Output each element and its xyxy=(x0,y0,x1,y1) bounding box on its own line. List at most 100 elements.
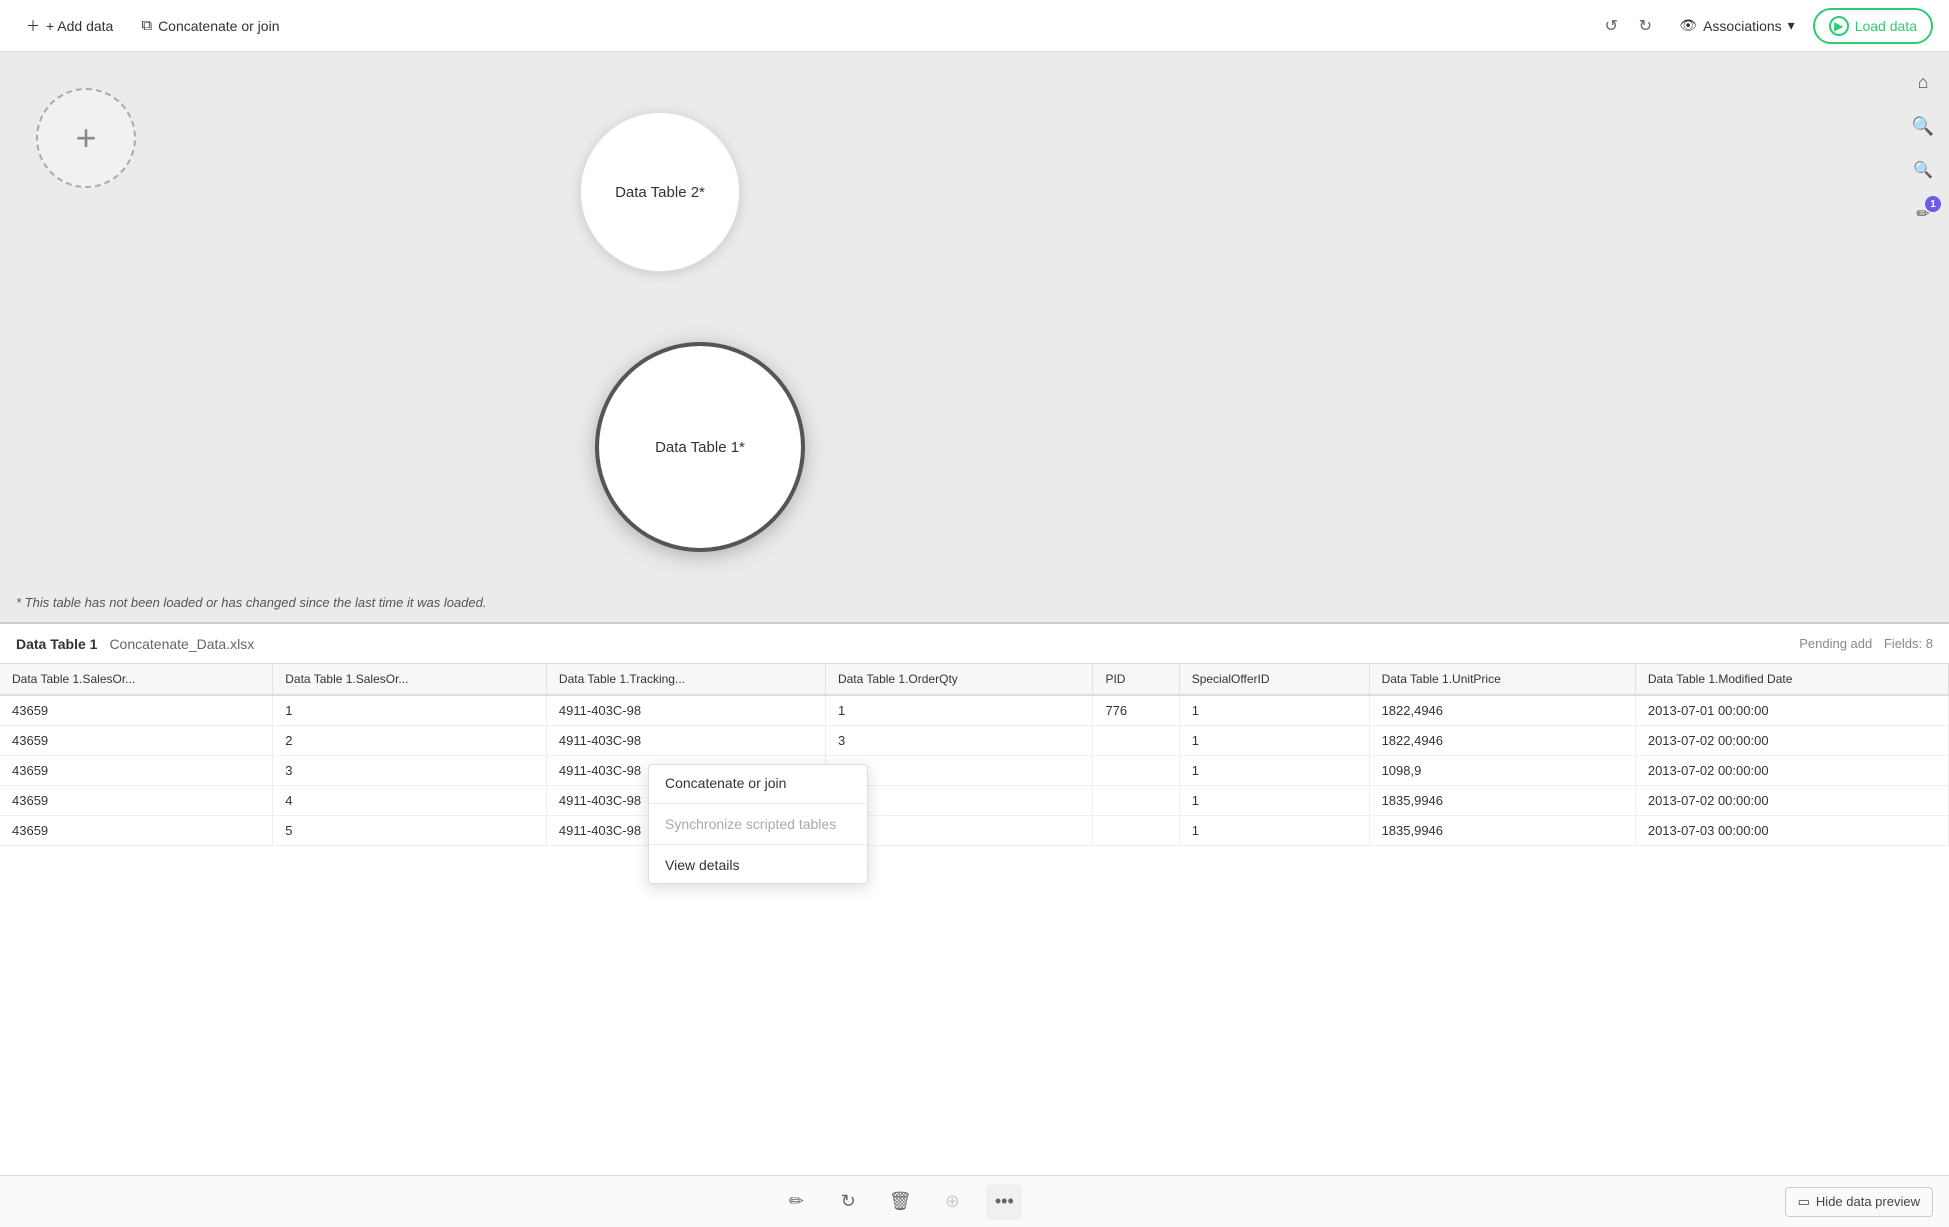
data-table-1-label: Data Table 1* xyxy=(655,439,745,456)
undo-redo-group: ↺ ↻ xyxy=(1595,10,1661,42)
more-options-button[interactable]: ••• xyxy=(986,1184,1022,1220)
bottom-bar: ✏ ↻ 🗑 ⊕ ••• ▭ Hide data preview xyxy=(0,1175,1949,1227)
cell: 2013-07-02 00:00:00 xyxy=(1635,756,1948,786)
col-header-4: PID xyxy=(1093,664,1179,695)
cell: 776 xyxy=(1093,695,1179,726)
cell: 2 xyxy=(273,726,547,756)
data-table-2-label: Data Table 2* xyxy=(615,184,705,201)
add-data-button[interactable]: ＋ + Add data xyxy=(16,10,123,42)
right-sidebar: ⌂ 🔍 🔍 ✏ 1 xyxy=(1897,52,1949,622)
zoom-in-button[interactable]: 🔍 xyxy=(1905,152,1941,188)
col-header-1: Data Table 1.SalesOr... xyxy=(273,664,547,695)
refresh-icon-button[interactable]: ↻ xyxy=(830,1184,866,1220)
context-menu-item-view-details[interactable]: View details xyxy=(649,847,867,883)
table-wrapper: Data Table 1.SalesOr... Data Table 1.Sal… xyxy=(0,664,1949,1175)
data-header: Data Table 1 Concatenate_Data.xlsx Pendi… xyxy=(0,624,1949,664)
associations-label: Associations xyxy=(1703,18,1782,34)
table-row: 43659 2 4911-403C-98 3 1 1822,4946 2013-… xyxy=(0,726,1949,756)
data-table-2-node[interactable]: Data Table 2* xyxy=(580,112,740,272)
cell: 1 xyxy=(1179,756,1369,786)
bottom-bar-center: ✏ ↻ 🗑 ⊕ ••• xyxy=(778,1184,1022,1220)
plus-icon: + xyxy=(75,117,96,159)
chevron-down-icon: ▾ xyxy=(1788,17,1795,34)
filter-icon-button[interactable]: ⊕ xyxy=(934,1184,970,1220)
context-menu-divider-1 xyxy=(649,803,867,804)
cell: 1835,9946 xyxy=(1369,816,1635,846)
cell: 1835,9946 xyxy=(1369,786,1635,816)
eye-icon: 👁 xyxy=(1679,17,1697,34)
cell: 1 xyxy=(1179,695,1369,726)
cell: 5 xyxy=(273,816,547,846)
table-row: 43659 4 4911-403C-98 1 1 1835,9946 2013-… xyxy=(0,786,1949,816)
home-button[interactable]: ⌂ xyxy=(1905,64,1941,100)
col-header-6: Data Table 1.UnitPrice xyxy=(1369,664,1635,695)
cell xyxy=(1093,756,1179,786)
cell: 2013-07-01 00:00:00 xyxy=(1635,695,1948,726)
associations-button[interactable]: 👁 Associations ▾ xyxy=(1669,11,1804,40)
cell xyxy=(1093,786,1179,816)
load-data-button[interactable]: ▶ Load data xyxy=(1813,8,1933,44)
data-table-1-node[interactable]: Data Table 1* xyxy=(595,342,805,552)
cell: 43659 xyxy=(0,695,273,726)
toolbar-right: ↺ ↻ 👁 Associations ▾ ▶ Load data xyxy=(1595,8,1933,44)
concatenate-join-button[interactable]: ⧉ Concatenate or join xyxy=(131,11,289,40)
cell: 2013-07-02 00:00:00 xyxy=(1635,726,1948,756)
context-menu-item-sync: Synchronize scripted tables xyxy=(649,806,867,842)
concatenate-icon: ⧉ xyxy=(141,17,152,34)
canvas-area: + Data Table 2* Data Table 1* * This tab… xyxy=(0,52,1949,622)
table-row: 43659 1 4911-403C-98 1 776 1 1822,4946 2… xyxy=(0,695,1949,726)
cell: 43659 xyxy=(0,816,273,846)
context-menu: Concatenate or join Synchronize scripted… xyxy=(648,764,868,884)
hide-preview-icon: ▭ xyxy=(1798,1194,1810,1210)
data-header-right: Pending add Fields: 8 xyxy=(1799,636,1933,651)
redo-button[interactable]: ↻ xyxy=(1629,10,1661,42)
context-menu-divider-2 xyxy=(649,844,867,845)
cell: 1822,4946 xyxy=(1369,726,1635,756)
cell xyxy=(1093,816,1179,846)
cell: 3 xyxy=(273,756,547,786)
cell: 1 xyxy=(273,695,547,726)
cell: 2013-07-03 00:00:00 xyxy=(1635,816,1948,846)
table-container[interactable]: Data Table 1.SalesOr... Data Table 1.Sal… xyxy=(0,664,1949,846)
hide-preview-button[interactable]: ▭ Hide data preview xyxy=(1785,1187,1933,1217)
cell: 1 xyxy=(825,695,1093,726)
warning-text: * This table has not been loaded or has … xyxy=(16,595,486,610)
bottom-bar-right: ▭ Hide data preview xyxy=(1785,1187,1933,1217)
table-row: 43659 3 4911-403C-98 1 1 1098,9 2013-07-… xyxy=(0,756,1949,786)
annotation-button[interactable]: ✏ 1 xyxy=(1905,196,1941,232)
table-header-row: Data Table 1.SalesOr... Data Table 1.Sal… xyxy=(0,664,1949,695)
load-data-icon: ▶ xyxy=(1829,16,1849,36)
zoom-out-button[interactable]: 🔍 xyxy=(1905,108,1941,144)
load-data-label: Load data xyxy=(1855,18,1917,34)
cell: 4911-403C-98 xyxy=(546,726,825,756)
cell: 2013-07-02 00:00:00 xyxy=(1635,786,1948,816)
delete-icon-button[interactable]: 🗑 xyxy=(882,1184,918,1220)
toolbar-left: ＋ + Add data ⧉ Concatenate or join xyxy=(16,10,289,42)
cell: 43659 xyxy=(0,726,273,756)
toolbar: ＋ + Add data ⧉ Concatenate or join ↺ ↻ 👁… xyxy=(0,0,1949,52)
add-data-circle[interactable]: + xyxy=(36,88,136,188)
hide-preview-label: Hide data preview xyxy=(1816,1194,1920,1209)
edit-icon-button[interactable]: ✏ xyxy=(778,1184,814,1220)
cell: 43659 xyxy=(0,756,273,786)
cell: 1098,9 xyxy=(1369,756,1635,786)
undo-button[interactable]: ↺ xyxy=(1595,10,1627,42)
col-header-3: Data Table 1.OrderQty xyxy=(825,664,1093,695)
col-header-0: Data Table 1.SalesOr... xyxy=(0,664,273,695)
cell: 43659 xyxy=(0,786,273,816)
cell: 1 xyxy=(1179,726,1369,756)
cell: 4 xyxy=(273,786,547,816)
cell: 3 xyxy=(825,726,1093,756)
data-table-name: Data Table 1 xyxy=(16,636,97,652)
data-header-left: Data Table 1 Concatenate_Data.xlsx xyxy=(16,636,254,652)
annotation-badge: 1 xyxy=(1925,196,1941,212)
concatenate-label: Concatenate or join xyxy=(158,18,279,34)
cell: 4911-403C-98 xyxy=(546,695,825,726)
fields-count-label: Fields: 8 xyxy=(1884,636,1933,651)
cell: 1 xyxy=(1179,816,1369,846)
cell: 1822,4946 xyxy=(1369,695,1635,726)
context-menu-item-concatenate[interactable]: Concatenate or join xyxy=(649,765,867,801)
table-row: 43659 5 4911-403C-98 1 1 1835,9946 2013-… xyxy=(0,816,1949,846)
cell: 1 xyxy=(1179,786,1369,816)
pending-add-label: Pending add xyxy=(1799,636,1872,651)
